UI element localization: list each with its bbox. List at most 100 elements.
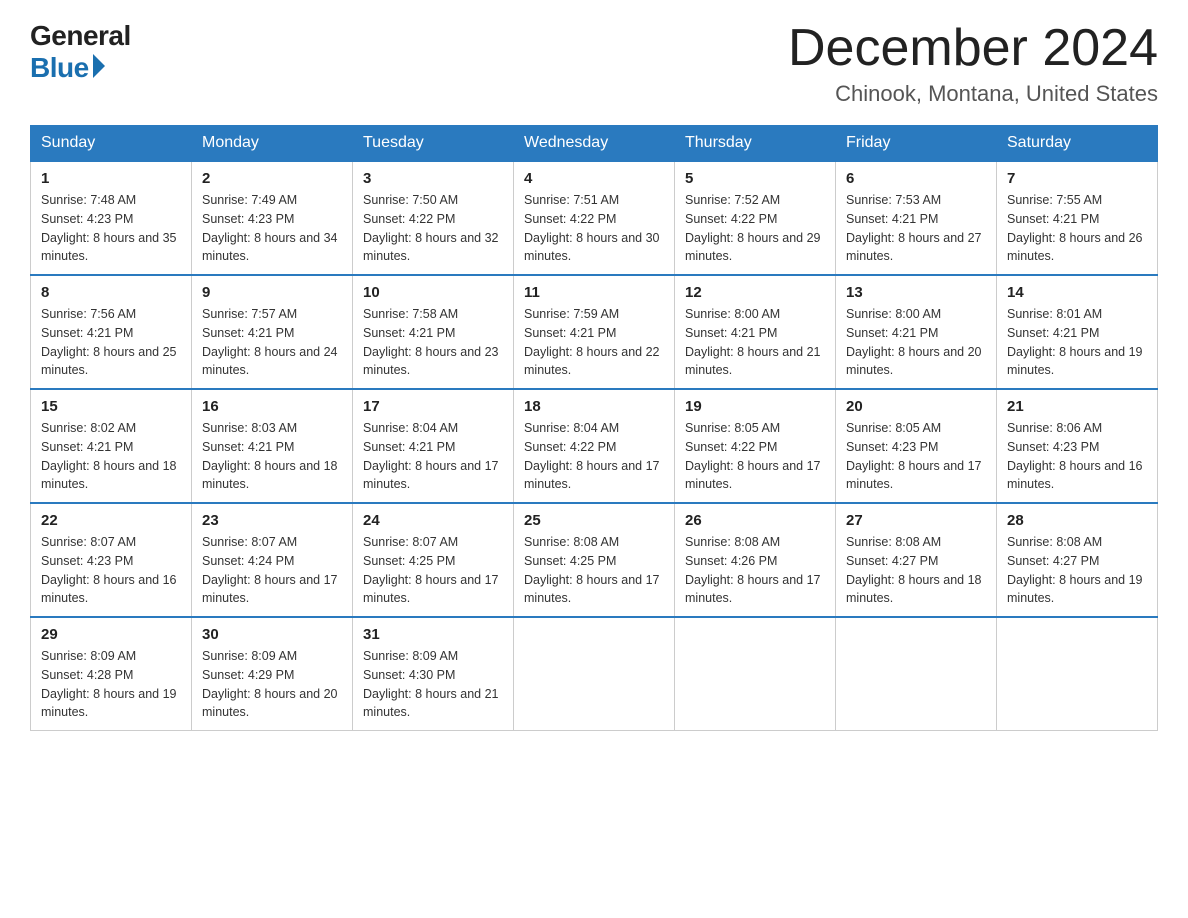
calendar-cell: 25 Sunrise: 8:08 AMSunset: 4:25 PMDayligh… xyxy=(514,503,675,617)
month-title: December 2024 xyxy=(788,20,1158,77)
weekday-header-sunday: Sunday xyxy=(31,126,192,162)
day-number: 16 xyxy=(202,398,342,415)
day-info: Sunrise: 8:00 AMSunset: 4:21 PMDaylight:… xyxy=(846,305,986,380)
day-info: Sunrise: 8:06 AMSunset: 4:23 PMDaylight:… xyxy=(1007,419,1147,494)
day-number: 23 xyxy=(202,512,342,529)
day-number: 15 xyxy=(41,398,181,415)
day-number: 26 xyxy=(685,512,825,529)
day-info: Sunrise: 8:01 AMSunset: 4:21 PMDaylight:… xyxy=(1007,305,1147,380)
calendar-cell: 4 Sunrise: 7:51 AMSunset: 4:22 PMDaylight… xyxy=(514,161,675,275)
weekday-header-friday: Friday xyxy=(836,126,997,162)
calendar-cell: 24Sunrise: 8:07 AMSunset: 4:25 PMDayligh… xyxy=(353,503,514,617)
day-info: Sunrise: 8:05 AMSunset: 4:22 PMDaylight:… xyxy=(685,419,825,494)
day-number: 14 xyxy=(1007,284,1147,301)
calendar-week-row: 8 Sunrise: 7:56 AMSunset: 4:21 PMDaylight… xyxy=(31,275,1158,389)
calendar-cell: 20 Sunrise: 8:05 AMSunset: 4:23 PMDayligh… xyxy=(836,389,997,503)
day-info: Sunrise: 8:07 AMSunset: 4:25 PMDaylight:… xyxy=(363,533,503,608)
day-number: 25 xyxy=(524,512,664,529)
location-title: Chinook, Montana, United States xyxy=(788,81,1158,107)
day-info: Sunrise: 7:58 AMSunset: 4:21 PMDaylight:… xyxy=(363,305,503,380)
calendar-cell: 17 Sunrise: 8:04 AMSunset: 4:21 PMDayligh… xyxy=(353,389,514,503)
day-info: Sunrise: 7:53 AMSunset: 4:21 PMDaylight:… xyxy=(846,191,986,266)
calendar-week-row: 15 Sunrise: 8:02 AMSunset: 4:21 PMDayligh… xyxy=(31,389,1158,503)
title-block: December 2024 Chinook, Montana, United S… xyxy=(788,20,1158,107)
calendar-cell: 27 Sunrise: 8:08 AMSunset: 4:27 PMDayligh… xyxy=(836,503,997,617)
logo-blue-text: Blue xyxy=(30,52,105,84)
day-number: 3 xyxy=(363,170,503,187)
day-info: Sunrise: 8:08 AMSunset: 4:27 PMDaylight:… xyxy=(1007,533,1147,608)
day-info: Sunrise: 8:05 AMSunset: 4:23 PMDaylight:… xyxy=(846,419,986,494)
day-number: 5 xyxy=(685,170,825,187)
day-info: Sunrise: 8:04 AMSunset: 4:21 PMDaylight:… xyxy=(363,419,503,494)
day-info: Sunrise: 8:00 AMSunset: 4:21 PMDaylight:… xyxy=(685,305,825,380)
calendar-cell: 11Sunrise: 7:59 AMSunset: 4:21 PMDayligh… xyxy=(514,275,675,389)
day-number: 27 xyxy=(846,512,986,529)
day-number: 8 xyxy=(41,284,181,301)
day-number: 4 xyxy=(524,170,664,187)
calendar-cell: 18Sunrise: 8:04 AMSunset: 4:22 PMDayligh… xyxy=(514,389,675,503)
calendar-week-row: 22Sunrise: 8:07 AMSunset: 4:23 PMDayligh… xyxy=(31,503,1158,617)
calendar-cell: 13 Sunrise: 8:00 AMSunset: 4:21 PMDayligh… xyxy=(836,275,997,389)
weekday-header-wednesday: Wednesday xyxy=(514,126,675,162)
calendar-cell: 19 Sunrise: 8:05 AMSunset: 4:22 PMDayligh… xyxy=(675,389,836,503)
calendar-cell xyxy=(997,617,1158,731)
day-info: Sunrise: 7:49 AMSunset: 4:23 PMDaylight:… xyxy=(202,191,342,266)
logo-arrow-icon xyxy=(93,54,105,78)
day-number: 6 xyxy=(846,170,986,187)
day-info: Sunrise: 7:52 AMSunset: 4:22 PMDaylight:… xyxy=(685,191,825,266)
day-info: Sunrise: 7:48 AMSunset: 4:23 PMDaylight:… xyxy=(41,191,181,266)
calendar-cell: 10Sunrise: 7:58 AMSunset: 4:21 PMDayligh… xyxy=(353,275,514,389)
calendar-table: SundayMondayTuesdayWednesdayThursdayFrid… xyxy=(30,125,1158,731)
weekday-header-thursday: Thursday xyxy=(675,126,836,162)
calendar-cell xyxy=(836,617,997,731)
day-number: 20 xyxy=(846,398,986,415)
logo-general-text: General xyxy=(30,20,131,52)
calendar-cell: 7Sunrise: 7:55 AMSunset: 4:21 PMDaylight… xyxy=(997,161,1158,275)
day-number: 19 xyxy=(685,398,825,415)
day-info: Sunrise: 7:57 AMSunset: 4:21 PMDaylight:… xyxy=(202,305,342,380)
day-number: 28 xyxy=(1007,512,1147,529)
page-header: General Blue December 2024 Chinook, Mont… xyxy=(30,20,1158,107)
day-info: Sunrise: 7:55 AMSunset: 4:21 PMDaylight:… xyxy=(1007,191,1147,266)
day-number: 1 xyxy=(41,170,181,187)
calendar-cell: 1 Sunrise: 7:48 AMSunset: 4:23 PMDaylight… xyxy=(31,161,192,275)
calendar-cell: 28 Sunrise: 8:08 AMSunset: 4:27 PMDayligh… xyxy=(997,503,1158,617)
day-number: 17 xyxy=(363,398,503,415)
calendar-cell: 23 Sunrise: 8:07 AMSunset: 4:24 PMDayligh… xyxy=(192,503,353,617)
weekday-header-monday: Monday xyxy=(192,126,353,162)
calendar-cell: 26 Sunrise: 8:08 AMSunset: 4:26 PMDayligh… xyxy=(675,503,836,617)
day-info: Sunrise: 8:02 AMSunset: 4:21 PMDaylight:… xyxy=(41,419,181,494)
day-info: Sunrise: 8:08 AMSunset: 4:27 PMDaylight:… xyxy=(846,533,986,608)
day-info: Sunrise: 8:08 AMSunset: 4:26 PMDaylight:… xyxy=(685,533,825,608)
calendar-cell: 6 Sunrise: 7:53 AMSunset: 4:21 PMDaylight… xyxy=(836,161,997,275)
calendar-cell: 8 Sunrise: 7:56 AMSunset: 4:21 PMDaylight… xyxy=(31,275,192,389)
calendar-cell xyxy=(675,617,836,731)
day-number: 9 xyxy=(202,284,342,301)
logo: General Blue xyxy=(30,20,131,84)
calendar-cell: 12 Sunrise: 8:00 AMSunset: 4:21 PMDayligh… xyxy=(675,275,836,389)
weekday-header-saturday: Saturday xyxy=(997,126,1158,162)
calendar-cell: 14 Sunrise: 8:01 AMSunset: 4:21 PMDayligh… xyxy=(997,275,1158,389)
day-number: 11 xyxy=(524,284,664,301)
calendar-cell: 3Sunrise: 7:50 AMSunset: 4:22 PMDaylight… xyxy=(353,161,514,275)
calendar-cell xyxy=(514,617,675,731)
day-info: Sunrise: 8:03 AMSunset: 4:21 PMDaylight:… xyxy=(202,419,342,494)
calendar-cell: 21 Sunrise: 8:06 AMSunset: 4:23 PMDayligh… xyxy=(997,389,1158,503)
calendar-cell: 2Sunrise: 7:49 AMSunset: 4:23 PMDaylight… xyxy=(192,161,353,275)
day-number: 22 xyxy=(41,512,181,529)
day-info: Sunrise: 8:09 AMSunset: 4:28 PMDaylight:… xyxy=(41,647,181,722)
day-number: 12 xyxy=(685,284,825,301)
day-info: Sunrise: 7:51 AMSunset: 4:22 PMDaylight:… xyxy=(524,191,664,266)
calendar-cell: 16 Sunrise: 8:03 AMSunset: 4:21 PMDayligh… xyxy=(192,389,353,503)
weekday-header-row: SundayMondayTuesdayWednesdayThursdayFrid… xyxy=(31,126,1158,162)
day-number: 13 xyxy=(846,284,986,301)
calendar-cell: 29Sunrise: 8:09 AMSunset: 4:28 PMDayligh… xyxy=(31,617,192,731)
calendar-cell: 30Sunrise: 8:09 AMSunset: 4:29 PMDayligh… xyxy=(192,617,353,731)
day-info: Sunrise: 8:07 AMSunset: 4:24 PMDaylight:… xyxy=(202,533,342,608)
calendar-week-row: 1 Sunrise: 7:48 AMSunset: 4:23 PMDaylight… xyxy=(31,161,1158,275)
calendar-cell: 31Sunrise: 8:09 AMSunset: 4:30 PMDayligh… xyxy=(353,617,514,731)
day-number: 18 xyxy=(524,398,664,415)
day-info: Sunrise: 8:08 AMSunset: 4:25 PMDaylight:… xyxy=(524,533,664,608)
day-info: Sunrise: 7:56 AMSunset: 4:21 PMDaylight:… xyxy=(41,305,181,380)
day-number: 21 xyxy=(1007,398,1147,415)
